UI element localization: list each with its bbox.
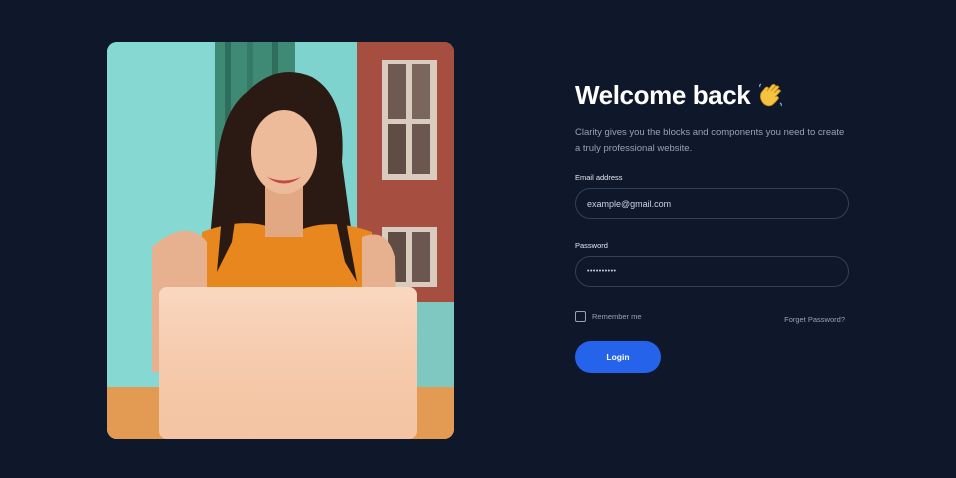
password-field[interactable]: •••••••••• [575, 256, 849, 287]
waving-hand-icon [756, 81, 784, 109]
subtitle: Clarity gives you the blocks and compone… [575, 127, 845, 154]
title-row: Welcome back [575, 78, 855, 112]
remember-me[interactable]: Remember me [575, 310, 642, 322]
remember-label: Remember me [592, 311, 642, 321]
email-field[interactable]: example@gmail.com [575, 188, 849, 219]
email-placeholder: example@gmail.com [587, 198, 672, 209]
hero-photo [107, 42, 454, 439]
options-row: Remember me Forget Password? [575, 308, 845, 324]
email-label: Email address [575, 173, 623, 182]
password-value: •••••••••• [587, 268, 617, 275]
login-button[interactable]: Login [575, 341, 661, 373]
login-form: Welcome back Clarity gives you the block… [575, 78, 855, 373]
page-title: Welcome back [575, 79, 751, 110]
remember-checkbox[interactable] [575, 310, 586, 322]
forgot-password-link[interactable]: Forget Password? [784, 315, 845, 324]
password-label: Password [575, 241, 608, 250]
